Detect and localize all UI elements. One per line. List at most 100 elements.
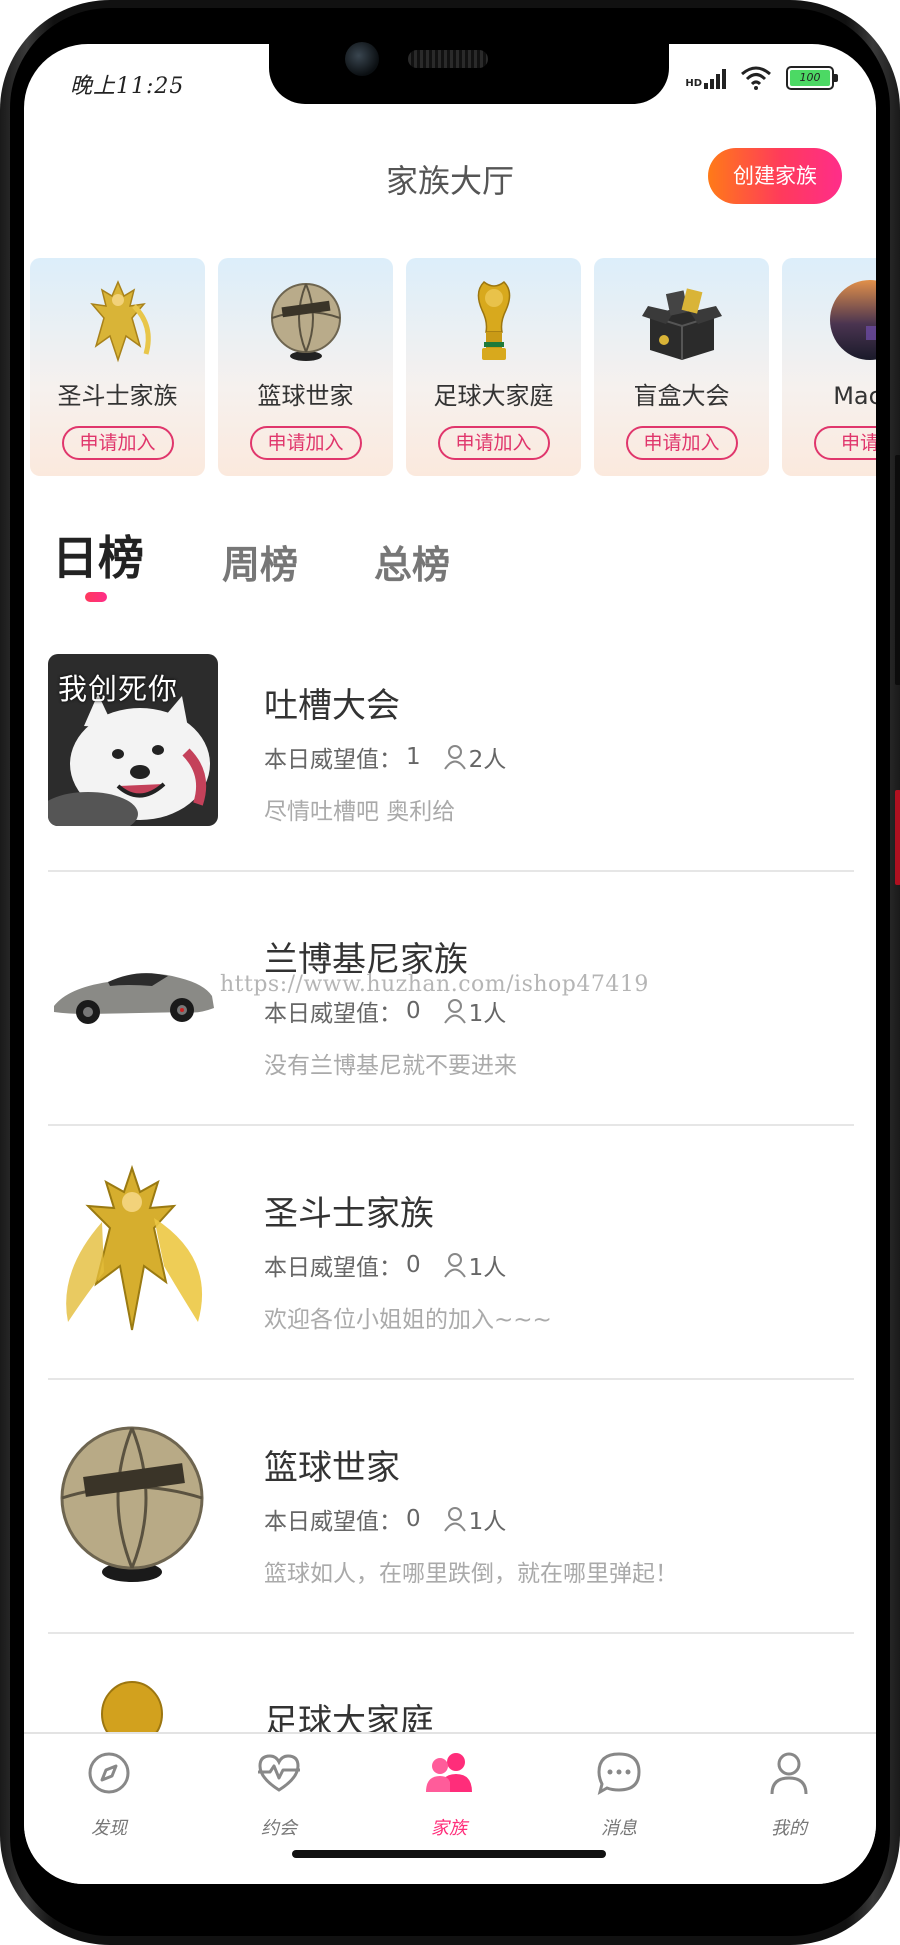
basketball-icon <box>270 283 341 361</box>
tab-total[interactable]: 总榜 <box>374 534 450 589</box>
prestige-label: 本日威望值： <box>264 747 402 773</box>
family-card-name: 圣斗士家族 <box>57 382 178 410</box>
family-meta: 本日威望值： 0 1人 <box>264 1248 506 1282</box>
join-button[interactable]: 申请加入 <box>437 426 550 460</box>
status-icons: HD 100 <box>685 66 838 90</box>
tab-weekly[interactable]: 周榜 <box>222 534 298 589</box>
list-item[interactable]: 兰博基尼家族 本日威望值： 0 1人 没有兰博基尼就不要进来 <box>48 908 854 1160</box>
family-card[interactable]: 足球大家庭 申请加入 <box>406 258 581 476</box>
nav-label: 约会 <box>261 1818 297 1839</box>
lamborghini-car-image <box>48 908 218 1080</box>
family-description: 篮球如人，在哪里跌倒，就在哪里弹起！ <box>264 1561 678 1587</box>
power-button <box>895 790 900 885</box>
nav-label: 消息 <box>601 1818 637 1839</box>
saint-warrior-figure-icon <box>89 280 151 363</box>
wifi-icon <box>741 66 771 90</box>
phone-frame: 晚上11:25 HD 100 家族大厅 创建家族 圣斗士家族 申请加入 篮球世家… <box>0 0 900 1945</box>
join-button[interactable]: 申请加入 <box>625 426 738 460</box>
join-button[interactable]: 申请加 <box>813 426 876 460</box>
mac-wallpaper-icon <box>829 280 876 360</box>
network-type: HD <box>685 78 702 89</box>
family-card[interactable]: 篮球世家 申请加入 <box>218 258 393 476</box>
mystery-box-icon <box>641 288 722 360</box>
person-icon <box>443 745 466 770</box>
saint-warrior-image <box>48 1162 218 1334</box>
family-avatar <box>48 1162 218 1334</box>
watermark: https://www.huzhan.com/ishop47419 <box>220 972 649 997</box>
prestige-label: 本日威望值： <box>264 1255 402 1281</box>
prestige-label: 本日威望值： <box>264 1001 402 1027</box>
volume-button <box>895 455 900 685</box>
battery-icon: 100 <box>786 66 838 90</box>
family-card-name: Mac家 <box>833 382 876 410</box>
divider <box>48 870 854 872</box>
compass-icon <box>88 1752 130 1794</box>
join-button[interactable]: 申请加入 <box>249 426 362 460</box>
nav-item-family[interactable]: 家族 <box>364 1734 534 1854</box>
nav-item-discover[interactable]: 发现 <box>24 1734 194 1854</box>
family-meta: 本日威望值： 1 2人 <box>264 740 506 774</box>
family-card[interactable]: 盲盒大会 申请加入 <box>594 258 769 476</box>
person-icon <box>443 1507 466 1532</box>
nav-label: 发现 <box>91 1818 127 1839</box>
front-camera <box>345 42 379 76</box>
home-indicator[interactable] <box>292 1850 606 1858</box>
family-name: 圣斗士家族 <box>264 1194 434 1234</box>
bottom-navigation: 发现 约会 家族 消息 我的 <box>24 1732 876 1884</box>
family-card-name: 足球大家庭 <box>433 382 554 410</box>
family-avatar: 我创死你 <box>48 654 218 826</box>
family-description: 尽情吐槽吧 奥利给 <box>264 799 456 825</box>
family-name: 篮球世家 <box>264 1448 400 1488</box>
member-count: 2人 <box>468 747 507 773</box>
chat-bubble-icon <box>597 1752 641 1796</box>
list-item[interactable]: 篮球世家 本日威望值： 0 1人 篮球如人，在哪里跌倒，就在哪里弹起！ <box>48 1416 854 1668</box>
list-item[interactable]: 圣斗士家族 本日威望值： 0 1人 欢迎各位小姐姐的加入~~~ <box>48 1162 854 1414</box>
family-card[interactable]: 圣斗士家族 申请加入 <box>30 258 205 476</box>
family-meta: 本日威望值： 0 1人 <box>264 994 506 1028</box>
earpiece-speaker <box>408 50 488 68</box>
battery-level: 100 <box>790 70 830 86</box>
family-card[interactable]: Mac家 申请加 <box>782 258 876 476</box>
divider <box>48 1124 854 1126</box>
nav-item-dating[interactable]: 约会 <box>194 1734 364 1854</box>
tab-daily[interactable]: 日榜 <box>52 522 144 588</box>
prestige-value: 0 <box>406 1506 421 1532</box>
user-icon <box>770 1752 808 1795</box>
avatar-caption: 我创死你 <box>58 672 179 706</box>
featured-families: 圣斗士家族 申请加入 篮球世家 申请加入 足球大家庭 申请加入 盲盒大会 申请加… <box>30 258 876 478</box>
prestige-value: 0 <box>406 998 421 1024</box>
member-count: 1人 <box>468 1509 507 1535</box>
nav-label: 我的 <box>771 1818 807 1839</box>
family-meta: 本日威望值： 0 1人 <box>264 1502 506 1536</box>
member-count: 1人 <box>468 1001 507 1027</box>
family-card-name: 篮球世家 <box>257 382 354 410</box>
screen: 晚上11:25 HD 100 家族大厅 创建家族 圣斗士家族 申请加入 篮球世家… <box>24 44 876 1884</box>
person-icon <box>443 999 466 1024</box>
family-card-name: 盲盒大会 <box>633 382 730 410</box>
family-avatar <box>48 1416 218 1588</box>
person-icon <box>443 1253 466 1278</box>
family-description: 欢迎各位小姐姐的加入~~~ <box>264 1307 552 1333</box>
prestige-label: 本日威望值： <box>264 1509 402 1535</box>
nav-item-me[interactable]: 我的 <box>704 1734 874 1854</box>
family-avatar <box>48 908 218 1080</box>
people-icon <box>426 1753 472 1792</box>
prestige-value: 1 <box>406 744 421 770</box>
nav-item-messages[interactable]: 消息 <box>534 1734 704 1854</box>
divider <box>48 1378 854 1380</box>
basketball-image <box>48 1416 218 1588</box>
heartbeat-icon <box>258 1754 300 1792</box>
join-button[interactable]: 申请加入 <box>61 426 174 460</box>
family-name: 吐槽大会 <box>264 686 400 726</box>
list-item[interactable]: 我创死你 吐槽大会 本日威望值： 1 2人 尽情吐槽吧 奥利给 <box>48 654 854 906</box>
prestige-value: 0 <box>406 1252 421 1278</box>
create-family-button[interactable]: 创建家族 <box>708 148 842 204</box>
world-cup-trophy-icon <box>477 280 510 360</box>
status-time: 晚上11:25 <box>70 74 185 99</box>
nav-label: 家族 <box>431 1818 467 1839</box>
divider <box>48 1632 854 1634</box>
tab-indicator <box>85 592 107 602</box>
signal-icon: HD <box>685 67 726 89</box>
family-description: 没有兰博基尼就不要进来 <box>264 1053 517 1079</box>
member-count: 1人 <box>468 1255 507 1281</box>
